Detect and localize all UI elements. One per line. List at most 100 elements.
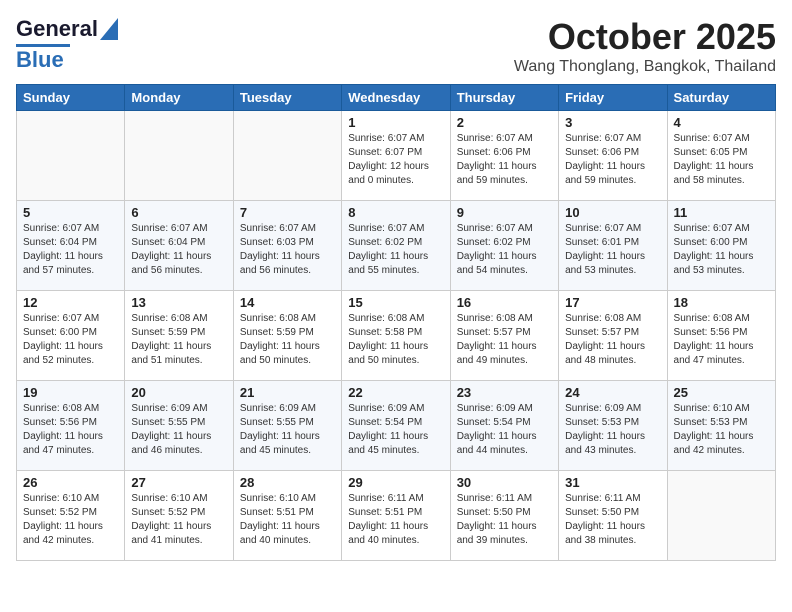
calendar-table: SundayMondayTuesdayWednesdayThursdayFrid…	[16, 84, 776, 561]
day-number: 6	[131, 205, 226, 220]
calendar-cell: 12Sunrise: 6:07 AM Sunset: 6:00 PM Dayli…	[17, 291, 125, 381]
logo-blue-text: Blue	[16, 47, 64, 73]
calendar-cell: 23 Sunrise: 6:09 AM Sunset: 5:54 PM Dayli…	[450, 381, 558, 471]
day-number: 1	[348, 115, 443, 130]
calendar-cell: 8 Sunrise: 6:07 AM Sunset: 6:02 PM Daylig…	[342, 201, 450, 291]
calendar-cell: 18 Sunrise: 6:08 AM Sunset: 5:56 PM Dayli…	[667, 291, 775, 381]
calendar-cell: 29 Sunrise: 6:11 AM Sunset: 5:51 PM Dayli…	[342, 471, 450, 561]
day-info: Sunrise: 6:10 AM Sunset: 5:51 PM Dayligh…	[240, 492, 335, 548]
day-number: 28	[240, 475, 335, 490]
weekday-header-tuesday: Tuesday	[233, 85, 341, 111]
day-info: Sunrise: 6:08 AM Sunset: 5:59 PM Dayligh…	[240, 312, 335, 368]
calendar-cell: 16 Sunrise: 6:08 AM Sunset: 5:57 PM Dayli…	[450, 291, 558, 381]
calendar-cell: 30 Sunrise: 6:11 AM Sunset: 5:50 PM Dayli…	[450, 471, 558, 561]
weekday-header-friday: Friday	[559, 85, 667, 111]
day-number: 7	[240, 205, 335, 220]
day-number: 8	[348, 205, 443, 220]
logo-general-text: General	[16, 16, 98, 42]
day-info: Sunrise: 6:07 AM Sunset: 6:02 PM Dayligh…	[457, 222, 552, 278]
calendar-week-1: 1 Sunrise: 6:07 AM Sunset: 6:07 PM Daylig…	[17, 111, 776, 201]
calendar-cell: 9 Sunrise: 6:07 AM Sunset: 6:02 PM Daylig…	[450, 201, 558, 291]
calendar-cell	[125, 111, 233, 201]
calendar-cell: 17Sunrise: 6:08 AM Sunset: 5:57 PM Dayli…	[559, 291, 667, 381]
day-number: 31	[565, 475, 660, 490]
calendar-cell: 6 Sunrise: 6:07 AM Sunset: 6:04 PM Daylig…	[125, 201, 233, 291]
calendar-cell: 4 Sunrise: 6:07 AM Sunset: 6:05 PM Daylig…	[667, 111, 775, 201]
day-number: 21	[240, 385, 335, 400]
day-number: 16	[457, 295, 552, 310]
day-info: Sunrise: 6:08 AM Sunset: 5:56 PM Dayligh…	[674, 312, 769, 368]
day-number: 25	[674, 385, 769, 400]
calendar-week-2: 5 Sunrise: 6:07 AM Sunset: 6:04 PM Daylig…	[17, 201, 776, 291]
day-number: 4	[674, 115, 769, 130]
logo: General Blue	[16, 16, 118, 73]
day-number: 20	[131, 385, 226, 400]
calendar-cell: 2 Sunrise: 6:07 AM Sunset: 6:06 PM Daylig…	[450, 111, 558, 201]
day-number: 3	[565, 115, 660, 130]
day-number: 27	[131, 475, 226, 490]
calendar-body: 1 Sunrise: 6:07 AM Sunset: 6:07 PM Daylig…	[17, 111, 776, 561]
day-info: Sunrise: 6:07 AM Sunset: 6:07 PM Dayligh…	[348, 132, 443, 188]
day-number: 15	[348, 295, 443, 310]
day-number: 18	[674, 295, 769, 310]
calendar-cell: 14 Sunrise: 6:08 AM Sunset: 5:59 PM Dayli…	[233, 291, 341, 381]
day-info: Sunrise: 6:09 AM Sunset: 5:54 PM Dayligh…	[457, 402, 552, 458]
calendar-cell: 13Sunrise: 6:08 AM Sunset: 5:59 PM Dayli…	[125, 291, 233, 381]
calendar-cell: 31Sunrise: 6:11 AM Sunset: 5:50 PM Dayli…	[559, 471, 667, 561]
day-number: 10	[565, 205, 660, 220]
day-info: Sunrise: 6:07 AM Sunset: 6:01 PM Dayligh…	[565, 222, 660, 278]
day-info: Sunrise: 6:08 AM Sunset: 5:56 PM Dayligh…	[23, 402, 118, 458]
day-info: Sunrise: 6:08 AM Sunset: 5:59 PM Dayligh…	[131, 312, 226, 368]
calendar-cell	[233, 111, 341, 201]
day-info: Sunrise: 6:07 AM Sunset: 6:03 PM Dayligh…	[240, 222, 335, 278]
day-info: Sunrise: 6:07 AM Sunset: 6:04 PM Dayligh…	[23, 222, 118, 278]
day-info: Sunrise: 6:09 AM Sunset: 5:53 PM Dayligh…	[565, 402, 660, 458]
calendar-cell	[17, 111, 125, 201]
day-number: 12	[23, 295, 118, 310]
day-info: Sunrise: 6:07 AM Sunset: 6:06 PM Dayligh…	[565, 132, 660, 188]
calendar-cell: 27Sunrise: 6:10 AM Sunset: 5:52 PM Dayli…	[125, 471, 233, 561]
day-number: 9	[457, 205, 552, 220]
calendar-cell: 19 Sunrise: 6:08 AM Sunset: 5:56 PM Dayli…	[17, 381, 125, 471]
day-info: Sunrise: 6:07 AM Sunset: 6:00 PM Dayligh…	[674, 222, 769, 278]
calendar-week-3: 12Sunrise: 6:07 AM Sunset: 6:00 PM Dayli…	[17, 291, 776, 381]
day-number: 5	[23, 205, 118, 220]
day-info: Sunrise: 6:07 AM Sunset: 6:05 PM Dayligh…	[674, 132, 769, 188]
day-number: 23	[457, 385, 552, 400]
day-info: Sunrise: 6:08 AM Sunset: 5:58 PM Dayligh…	[348, 312, 443, 368]
day-number: 19	[23, 385, 118, 400]
calendar-cell: 24 Sunrise: 6:09 AM Sunset: 5:53 PM Dayli…	[559, 381, 667, 471]
day-info: Sunrise: 6:10 AM Sunset: 5:53 PM Dayligh…	[674, 402, 769, 458]
calendar-cell: 20 Sunrise: 6:09 AM Sunset: 5:55 PM Dayli…	[125, 381, 233, 471]
day-info: Sunrise: 6:10 AM Sunset: 5:52 PM Dayligh…	[23, 492, 118, 548]
day-info: Sunrise: 6:07 AM Sunset: 6:04 PM Dayligh…	[131, 222, 226, 278]
logo-triangle-icon	[100, 18, 118, 40]
day-info: Sunrise: 6:07 AM Sunset: 6:06 PM Dayligh…	[457, 132, 552, 188]
weekday-header-sunday: Sunday	[17, 85, 125, 111]
calendar-week-4: 19 Sunrise: 6:08 AM Sunset: 5:56 PM Dayli…	[17, 381, 776, 471]
calendar-cell: 15 Sunrise: 6:08 AM Sunset: 5:58 PM Dayli…	[342, 291, 450, 381]
day-info: Sunrise: 6:11 AM Sunset: 5:50 PM Dayligh…	[457, 492, 552, 548]
day-number: 24	[565, 385, 660, 400]
calendar-cell: 11Sunrise: 6:07 AM Sunset: 6:00 PM Dayli…	[667, 201, 775, 291]
title-section: October 2025 Wang Thonglang, Bangkok, Th…	[514, 16, 776, 76]
day-number: 30	[457, 475, 552, 490]
day-number: 26	[23, 475, 118, 490]
calendar-cell: 25 Sunrise: 6:10 AM Sunset: 5:53 PM Dayli…	[667, 381, 775, 471]
day-info: Sunrise: 6:08 AM Sunset: 5:57 PM Dayligh…	[457, 312, 552, 368]
day-info: Sunrise: 6:09 AM Sunset: 5:55 PM Dayligh…	[131, 402, 226, 458]
calendar-cell: 1 Sunrise: 6:07 AM Sunset: 6:07 PM Daylig…	[342, 111, 450, 201]
day-info: Sunrise: 6:07 AM Sunset: 6:02 PM Dayligh…	[348, 222, 443, 278]
day-info: Sunrise: 6:11 AM Sunset: 5:51 PM Dayligh…	[348, 492, 443, 548]
day-number: 14	[240, 295, 335, 310]
calendar-cell: 21 Sunrise: 6:09 AM Sunset: 5:55 PM Dayli…	[233, 381, 341, 471]
day-number: 29	[348, 475, 443, 490]
calendar-cell	[667, 471, 775, 561]
calendar-week-5: 26 Sunrise: 6:10 AM Sunset: 5:52 PM Dayli…	[17, 471, 776, 561]
page-header: General Blue October 2025 Wang Thonglang…	[16, 16, 776, 76]
day-info: Sunrise: 6:09 AM Sunset: 5:55 PM Dayligh…	[240, 402, 335, 458]
day-number: 2	[457, 115, 552, 130]
calendar-cell: 7 Sunrise: 6:07 AM Sunset: 6:03 PM Daylig…	[233, 201, 341, 291]
location-title: Wang Thonglang, Bangkok, Thailand	[514, 58, 776, 76]
calendar-header-row: SundayMondayTuesdayWednesdayThursdayFrid…	[17, 85, 776, 111]
